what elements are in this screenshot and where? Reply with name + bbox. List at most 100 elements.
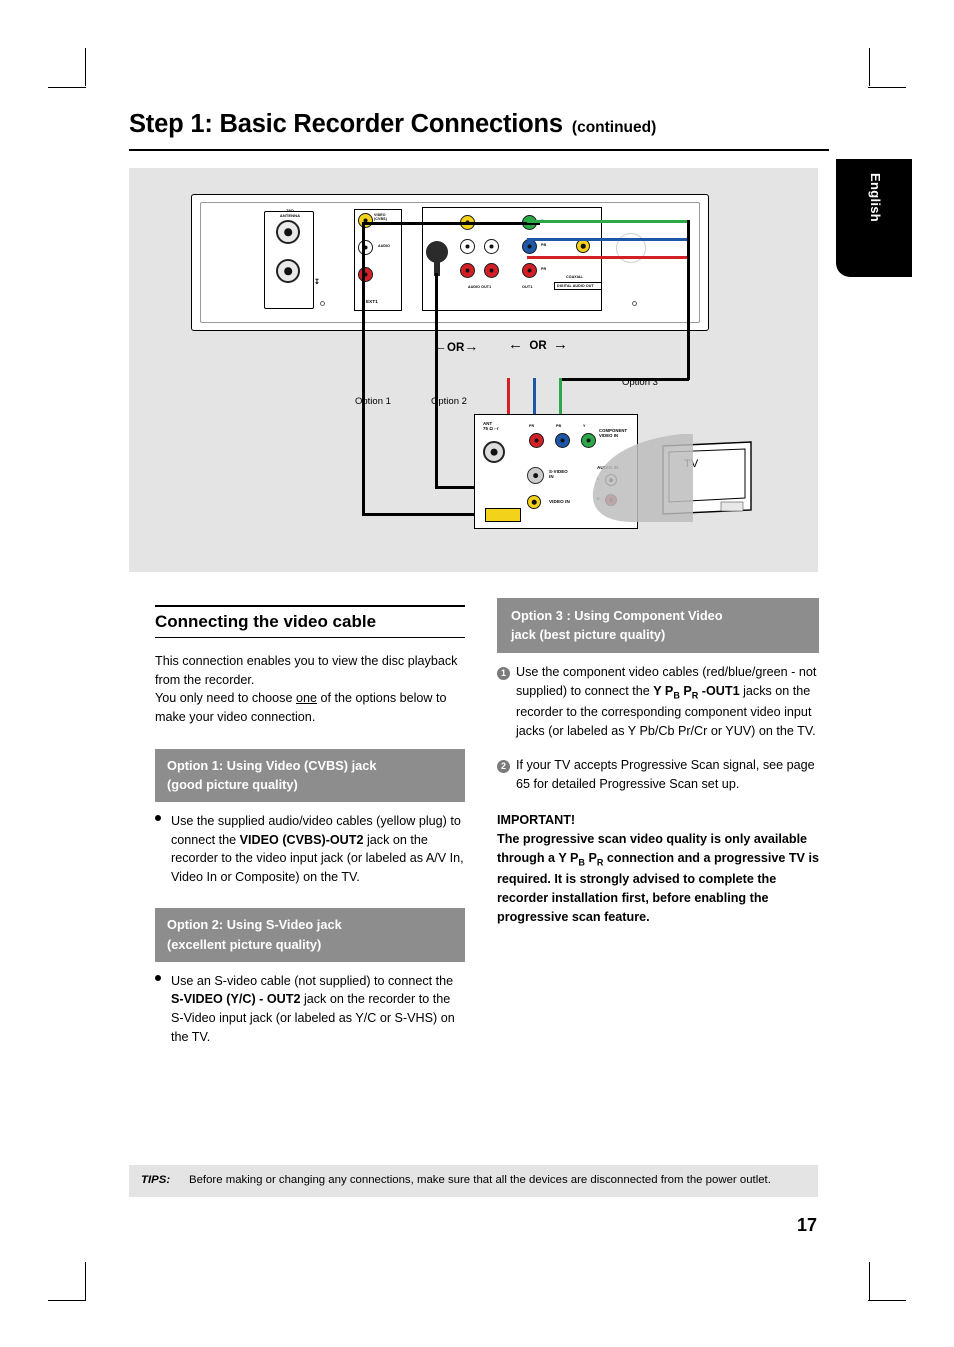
component-pb-out1-jack: [522, 239, 537, 254]
ext1-label: EXT1: [366, 299, 378, 304]
yellow-plug-body: [485, 508, 521, 522]
crop-mark-bottom-right: [869, 1262, 870, 1300]
intro-underline-one: one: [295, 691, 317, 706]
cable-option1-v1: [362, 222, 365, 516]
audio-out1-red-jack: [460, 263, 475, 278]
tv-svideo-in-jack: [527, 467, 544, 484]
audio-out2-r-jack: [358, 267, 373, 282]
tips-label: TIPS:: [141, 1174, 171, 1186]
antenna-in-jack: [276, 220, 300, 244]
option2-caption: Option 2: [431, 396, 467, 407]
crop-mark-right-bottom: [868, 1300, 906, 1301]
option2-bullet: Use an S-video cable (not supplied) to c…: [155, 972, 465, 1047]
tv-component-pr-jack: [529, 433, 544, 448]
left-column: Connecting the video cable This connecti…: [155, 605, 465, 1058]
option2-text-bold: S-VIDEO (Y/C) - OUT2: [171, 992, 301, 1007]
digital-audio-out-label: DIGITAL AUDIO OUT: [557, 284, 594, 288]
tips-text: Before making or changing any connection…: [189, 1174, 771, 1186]
page-title: Step 1: Basic Recorder Connections: [129, 110, 563, 138]
cable-option1-h2: [362, 513, 490, 516]
intro-paragraph: This connection enables you to view the …: [155, 652, 465, 727]
option2-text-a: Use an S-video cable (not supplied) to c…: [171, 973, 454, 988]
step-number-badge: 2: [497, 756, 516, 793]
cable-option3-blue: [527, 238, 689, 241]
bullet-icon: [155, 972, 171, 1047]
right-column: Option 3 : Using Component Video jack (b…: [497, 598, 819, 927]
tv-component-pb-jack: [555, 433, 570, 448]
tv-antenna-jack: [483, 441, 505, 463]
option3-caption: Option 3: [622, 377, 658, 388]
crop-mark-bottom-left: [85, 1262, 86, 1300]
option1-caption: Option 1: [355, 396, 391, 407]
antenna-arrow-down: ↧: [314, 279, 320, 286]
crop-mark-top-right: [869, 48, 870, 86]
or-right-label: ← OR →: [508, 336, 569, 353]
cable-option3-green: [527, 220, 689, 223]
language-tab-label: English: [868, 173, 883, 223]
recorder-rear-panel: 75Ω ANTENNA ↧ VIDEO(CVBS) AUDIO EXT1 S-V…: [191, 194, 709, 331]
or-left-label: ←OR→: [433, 338, 479, 354]
option1-bullet-text: Use the supplied audio/video cables (yel…: [171, 812, 465, 887]
intro-line-2a: You only need to choose: [155, 691, 296, 706]
option3-heading-line2: jack (best picture quality): [511, 627, 666, 643]
antenna-label: 75Ω ANTENNA: [279, 208, 301, 218]
important-body: The progressive scan video quality is on…: [497, 830, 819, 927]
tv-pb-label: PB: [556, 424, 562, 428]
audio-out1-white-jack: [460, 239, 475, 254]
language-tab: English: [836, 159, 912, 277]
option1-text-bold: VIDEO (CVBS)-OUT2: [239, 832, 364, 847]
important-title: IMPORTANT!: [497, 813, 576, 828]
component-pr-out1-jack: [522, 263, 537, 278]
cable-option3-outer-v: [687, 220, 690, 380]
audio-out1-red2-jack: [484, 263, 499, 278]
crop-mark-left-bottom: [48, 1300, 86, 1301]
tv-y-label: Y: [583, 424, 586, 428]
audio-out2-l-jack: [358, 240, 373, 255]
out1-label: OUT1: [522, 285, 533, 289]
option3-step-1: 1 Use the component video cables (red/bl…: [497, 663, 819, 740]
tv-ant-label: ANT 75 Ω ⌐г: [483, 421, 499, 432]
page-title-continued: (continued): [571, 119, 657, 136]
crop-mark-top-left: [85, 48, 86, 86]
tips-box: TIPS: Before making or changing any conn…: [129, 1165, 818, 1198]
coaxial-digital-out-jack: [576, 239, 590, 253]
connecting-video-cable-heading: Connecting the video cable: [155, 607, 465, 638]
step1-bold-y-pb: Y P: [653, 684, 674, 698]
panel-screw-right: [632, 301, 637, 306]
step-number-badge: 1: [497, 663, 516, 740]
option3-heading-line1: Option 3 : Using Component Video: [511, 608, 723, 623]
cable-option2-v1: [435, 273, 438, 488]
important-note: IMPORTANT! The progressive scan video qu…: [497, 811, 819, 927]
option3-heading: Option 3 : Using Component Video jack (b…: [497, 598, 819, 654]
step1-number: 1: [497, 667, 510, 681]
important-text-b: P: [584, 851, 597, 866]
step1-bold-pr: P: [679, 684, 692, 698]
option3-step2-text: If your TV accepts Progressive Scan sign…: [516, 758, 815, 791]
video-cvbs-out2-jack: [358, 213, 373, 228]
option1-heading: Option 1: Using Video (CVBS) jack (good …: [155, 748, 465, 802]
option3-step-2: 2 If your TV accepts Progressive Scan si…: [497, 756, 819, 793]
audio-out2-label: AUDIO: [378, 244, 391, 248]
connection-diagram: 75Ω ANTENNA ↧ VIDEO(CVBS) AUDIO EXT1 S-V…: [129, 168, 818, 572]
cable-option3-red: [527, 256, 689, 259]
option2-heading-line1: Option 2: Using S-Video jack: [167, 917, 342, 933]
step1-bold-out1: -OUT1: [698, 684, 740, 698]
coaxial-label: COAXIAL: [566, 275, 583, 279]
option1-heading-line2: (good picture quality): [167, 776, 298, 792]
option2-heading: Option 2: Using S-Video jack (excellent …: [155, 908, 465, 962]
antenna-out-jack: [276, 259, 300, 283]
tv-svideo-in-label: S-VIDEO IN: [549, 469, 568, 480]
step2-number: 2: [497, 760, 510, 774]
intro-line-1: This connection enables you to view the …: [155, 654, 458, 687]
crop-mark-left-top: [48, 87, 86, 88]
component-pb-label: PB: [541, 243, 547, 247]
option3-step1-text: Use the component video cables (red/blue…: [516, 663, 819, 740]
tv-shadow: [592, 434, 693, 522]
option2-bullet-text: Use an S-video cable (not supplied) to c…: [171, 972, 465, 1047]
tv-pr-label: PR: [529, 424, 535, 428]
page-number: 17: [797, 1215, 818, 1235]
page-header: Step 1: Basic Recorder Connections (cont…: [129, 110, 829, 151]
panel-screw-left: [320, 301, 325, 306]
video-cvbs-label: VIDEO (CVBS): [374, 213, 387, 222]
option1-heading-line1: Option 1: Using Video (CVBS) jack: [167, 757, 377, 773]
